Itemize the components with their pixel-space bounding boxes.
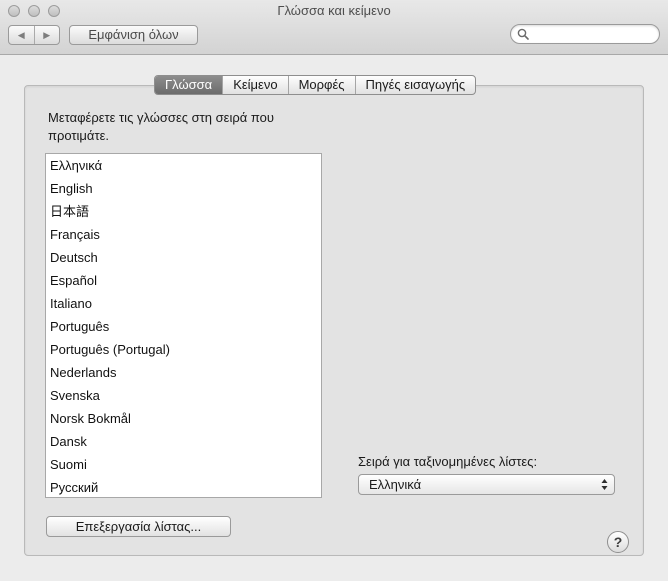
list-item[interactable]: Nederlands (46, 361, 321, 384)
title-bar: Γλώσσα και κείμενο ◀ ▶ Εμφάνιση όλων (0, 0, 668, 55)
edit-list-button[interactable]: Επεξεργασία λίστας... (46, 516, 231, 537)
list-item[interactable]: Русский (46, 476, 321, 497)
back-forward-control: ◀ ▶ (8, 25, 60, 45)
sort-order-select[interactable]: Ελληνικά (358, 474, 615, 495)
list-item[interactable]: Norsk Bokmål (46, 407, 321, 430)
list-item[interactable]: Español (46, 269, 321, 292)
preferences-window: Γλώσσα και κείμενο ◀ ▶ Εμφάνιση όλων Γλώ… (0, 0, 668, 581)
tab-language[interactable]: Γλώσσα (155, 76, 223, 94)
list-item[interactable]: English (46, 177, 321, 200)
list-item[interactable]: Deutsch (46, 246, 321, 269)
chevron-left-icon: ◀ (17, 29, 25, 40)
window-title: Γλώσσα και κείμενο (277, 3, 391, 18)
language-instruction: Μεταφέρετε τις γλώσσες στη σειρά που προ… (48, 110, 274, 143)
tab-formats[interactable]: Μορφές (287, 76, 355, 94)
sort-order-label: Σειρά για ταξινομημένες λίστες: (358, 454, 538, 469)
list-item[interactable]: Dansk (46, 430, 321, 453)
help-button[interactable]: ? (607, 531, 629, 553)
tab-input-sources[interactable]: Πηγές εισαγωγής (354, 76, 476, 94)
language-list[interactable]: Ελληνικά English 日本語 Français Deutsch Es… (45, 153, 322, 498)
show-all-button[interactable]: Εμφάνιση όλων (69, 25, 198, 45)
tab-text[interactable]: Κείμενο (222, 76, 287, 94)
list-item[interactable]: Suomi (46, 453, 321, 476)
forward-button[interactable]: ▶ (35, 26, 60, 44)
back-button[interactable]: ◀ (9, 26, 35, 44)
list-item[interactable]: Français (46, 223, 321, 246)
list-item[interactable]: 日本語 (46, 200, 321, 223)
list-item[interactable]: Português (Portugal) (46, 338, 321, 361)
search-icon (517, 28, 529, 40)
list-item[interactable]: Português (46, 315, 321, 338)
search-field[interactable] (510, 24, 660, 44)
search-input[interactable] (533, 26, 653, 42)
sort-order-value: Ελληνικά (369, 477, 422, 492)
updown-arrows-icon (601, 479, 608, 490)
list-item[interactable]: Svenska (46, 384, 321, 407)
list-item[interactable]: Italiano (46, 292, 321, 315)
list-item[interactable]: Ελληνικά (46, 154, 321, 177)
tab-bar: Γλώσσα Κείμενο Μορφές Πηγές εισαγωγής (154, 75, 477, 95)
chevron-right-icon: ▶ (43, 29, 51, 40)
